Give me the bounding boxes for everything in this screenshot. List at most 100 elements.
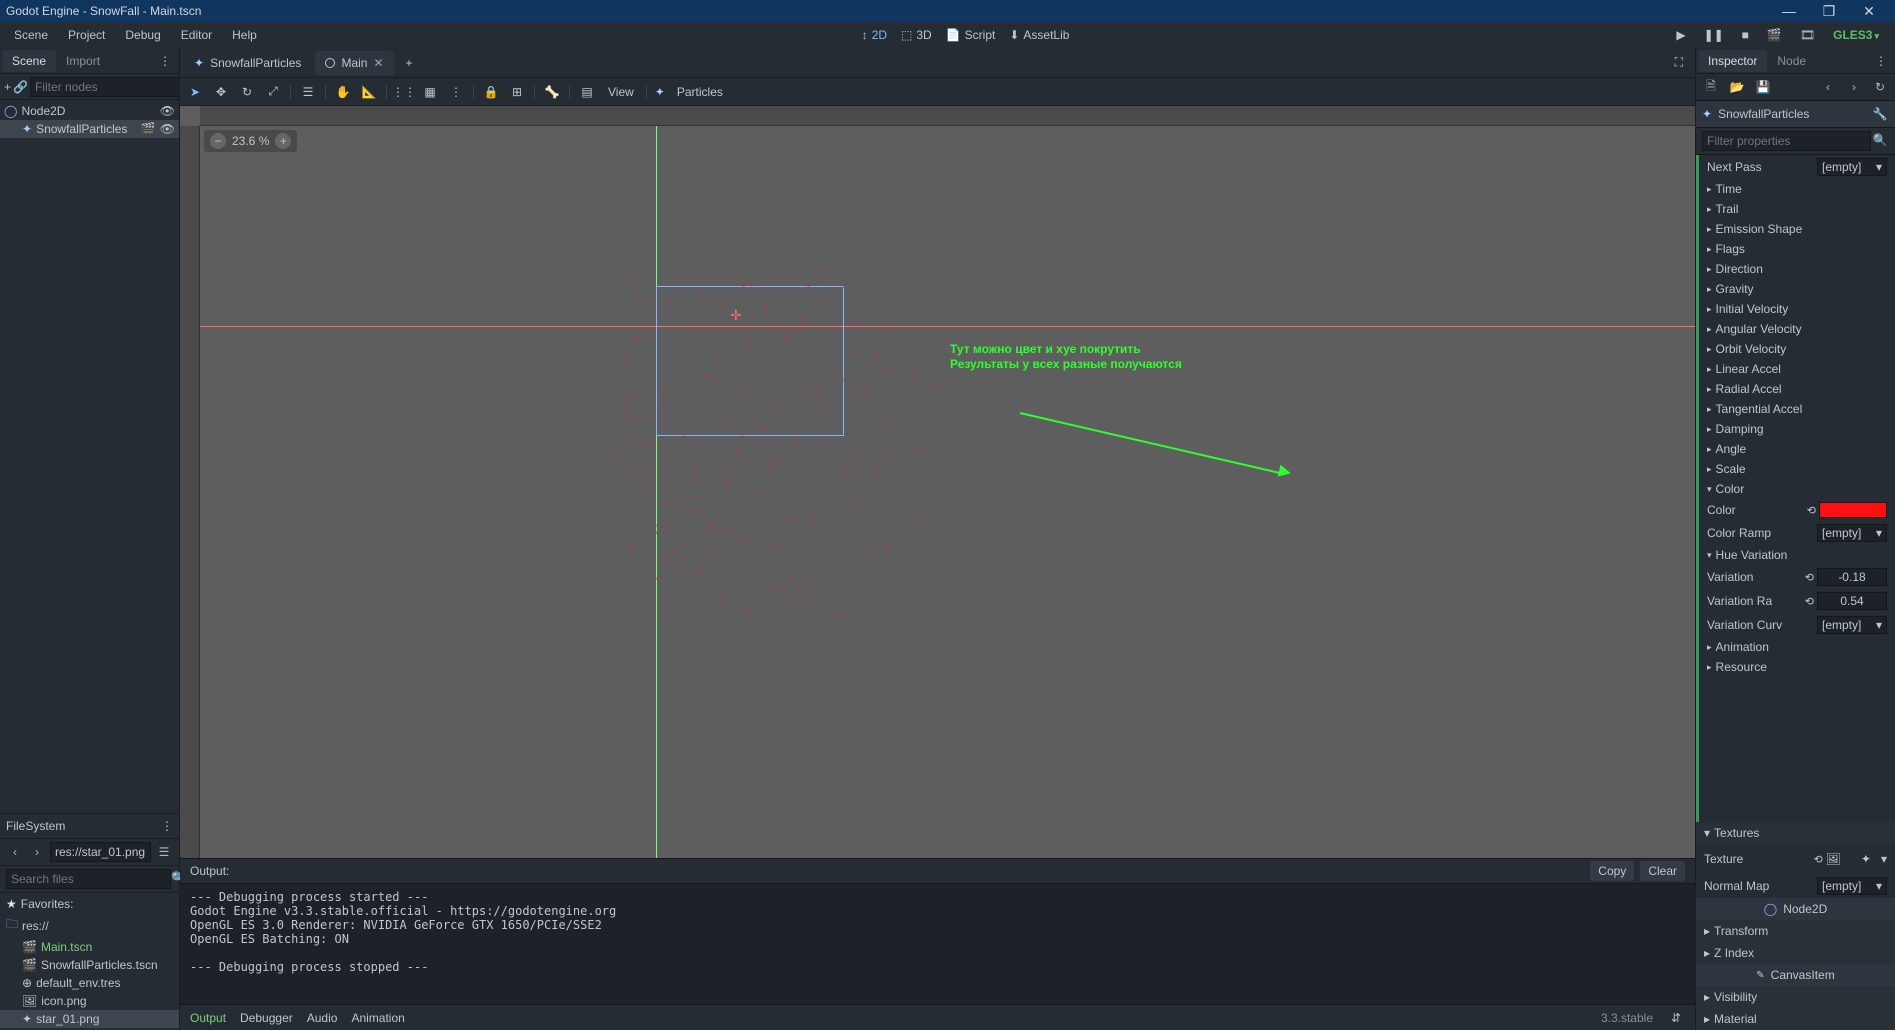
pause-button[interactable]: ❚❚ (1700, 26, 1728, 44)
close-button[interactable]: ✕ (1849, 3, 1889, 20)
revert-icon[interactable]: ⟲ (1802, 595, 1817, 608)
path-field[interactable]: res://star_01.png (50, 842, 151, 862)
bone-icon[interactable]: 🦴 (543, 83, 561, 101)
revert-icon[interactable]: ⟲ (1810, 853, 1825, 866)
history-back-button[interactable]: ‹ (1819, 78, 1837, 96)
nav-fwd-button[interactable]: › (28, 843, 46, 861)
pan-tool[interactable]: ✋ (334, 83, 352, 101)
new-tab-button[interactable]: + (398, 52, 421, 74)
group-linear-accel[interactable]: ▸Linear Accel (1699, 359, 1895, 379)
section-transform[interactable]: ▸Transform (1696, 920, 1895, 942)
snap-grid-icon[interactable]: ▦ (421, 83, 439, 101)
new-resource-button[interactable]: 🗎 (1702, 78, 1720, 96)
filter-properties-input[interactable] (1702, 131, 1871, 151)
group-trail[interactable]: ▸Trail (1699, 199, 1895, 219)
canvas[interactable]: ✛ Тут можно цвет и хуе покрутить Результ… (200, 126, 1695, 858)
open-scene-icon[interactable]: 🎬 (141, 122, 156, 136)
particles-menu[interactable]: Particles (673, 83, 727, 101)
texture-star-icon[interactable]: ✦ (1861, 852, 1871, 866)
dock-menu-icon[interactable]: ⋮ (161, 819, 173, 833)
class-canvasitem[interactable]: ✎CanvasItem (1696, 964, 1895, 986)
class-node2d[interactable]: ◯Node2D (1696, 898, 1895, 920)
history-menu-button[interactable]: ↻ (1871, 78, 1889, 96)
group-color[interactable]: ▾Color (1699, 479, 1895, 499)
scale-tool[interactable]: ⤢ (264, 82, 282, 101)
section-visibility[interactable]: ▸Visibility (1696, 986, 1895, 1008)
group-orbit-velocity[interactable]: ▸Orbit Velocity (1699, 339, 1895, 359)
copy-button[interactable]: Copy (1590, 861, 1634, 881)
dock-menu-icon[interactable]: ⋮ (153, 54, 177, 68)
texture-preview-icon[interactable]: 🖼 (1826, 852, 1841, 866)
tab-audio[interactable]: Audio (307, 1011, 338, 1025)
selection-rect[interactable] (656, 286, 844, 436)
visibility-icon[interactable]: 👁 (160, 104, 175, 118)
save-resource-button[interactable]: 💾 (1754, 78, 1772, 96)
load-resource-button[interactable]: 📂 (1728, 78, 1746, 96)
tab-inspector[interactable]: Inspector (1698, 50, 1767, 72)
view-menu[interactable]: View (604, 83, 638, 101)
inspector-properties[interactable]: Next Pass [empty]▾ ▸Time▸Trail▸Emission … (1696, 155, 1895, 822)
prop-normal-map[interactable]: Normal Map [empty]▾ (1696, 874, 1895, 898)
tab-debugger[interactable]: Debugger (240, 1011, 293, 1025)
revert-icon[interactable]: ⟲ (1804, 504, 1819, 517)
fs-file[interactable]: 🖼icon.png (0, 992, 179, 1010)
fs-file[interactable]: 🎬SnowfallParticles.tscn (0, 956, 179, 974)
group-angular-velocity[interactable]: ▸Angular Velocity (1699, 319, 1895, 339)
list-select-tool[interactable]: ☰ (299, 83, 317, 101)
menu-editor[interactable]: Editor (171, 24, 222, 46)
group-animation[interactable]: ▸Animation (1699, 637, 1895, 657)
section-zindex[interactable]: ▸Z Index (1696, 942, 1895, 964)
workspace-2d[interactable]: ↕2D (862, 28, 887, 42)
rotate-tool[interactable]: ↻ (238, 83, 256, 101)
minimize-button[interactable]: — (1769, 3, 1809, 19)
tab-output[interactable]: Output (190, 1011, 226, 1025)
group-emission-shape[interactable]: ▸Emission Shape (1699, 219, 1895, 239)
distraction-free-button[interactable]: ⛶ (1667, 51, 1691, 74)
instance-button[interactable]: 🔗 (13, 78, 28, 96)
favorites-label[interactable]: ★Favorites: (0, 895, 179, 913)
fs-file[interactable]: 🎬Main.tscn (0, 938, 179, 956)
menu-help[interactable]: Help (222, 24, 267, 46)
tab-import[interactable]: Import (56, 50, 110, 72)
group-tangential-accel[interactable]: ▸Tangential Accel (1699, 399, 1895, 419)
fs-root[interactable]: 🗀res:// (0, 913, 179, 938)
group-resource[interactable]: ▸Resource (1699, 657, 1895, 677)
renderer-label[interactable]: GLES3▾ (1829, 28, 1883, 42)
menu-debug[interactable]: Debug (115, 24, 170, 46)
view-mode-button[interactable]: ☰ (155, 843, 173, 861)
viewport[interactable]: ✛ Тут можно цвет и хуе покрутить Результ… (180, 106, 1695, 858)
prop-variation-curve[interactable]: Variation Curv [empty]▾ (1699, 613, 1895, 637)
dock-menu-icon[interactable]: ⋮ (1869, 54, 1893, 68)
group-radial-accel[interactable]: ▸Radial Accel (1699, 379, 1895, 399)
menu-scene[interactable]: Scene (4, 24, 58, 46)
section-material[interactable]: ▸Material (1696, 1008, 1895, 1030)
workspace-script[interactable]: 📄Script (946, 28, 996, 42)
section-textures[interactable]: ▾Textures (1696, 822, 1895, 844)
filter-nodes-input[interactable] (30, 77, 195, 97)
fs-file[interactable]: ✦star_01.png (0, 1010, 179, 1028)
group-scale[interactable]: ▸Scale (1699, 459, 1895, 479)
group-damping[interactable]: ▸Damping (1699, 419, 1895, 439)
fs-file[interactable]: ⊕default_env.tres (0, 974, 179, 992)
lock-icon[interactable]: 🔒 (482, 83, 500, 101)
visibility-icon[interactable]: 👁 (160, 122, 175, 136)
stop-button[interactable]: ■ (1738, 26, 1753, 44)
group-initial-velocity[interactable]: ▸Initial Velocity (1699, 299, 1895, 319)
tab-node[interactable]: Node (1767, 50, 1816, 72)
play-custom-button[interactable]: 🎞 (1796, 26, 1819, 44)
group-angle[interactable]: ▸Angle (1699, 439, 1895, 459)
nav-back-button[interactable]: ‹ (6, 843, 24, 861)
maximize-button[interactable]: ❐ (1809, 3, 1849, 20)
group-time[interactable]: ▸Time (1699, 179, 1895, 199)
play-button[interactable]: ▶ (1672, 26, 1689, 44)
play-scene-button[interactable]: 🎬 (1763, 26, 1786, 44)
scene-tab-main[interactable]: Main✕ (315, 51, 393, 75)
group-direction[interactable]: ▸Direction (1699, 259, 1895, 279)
prop-variation[interactable]: Variation ⟲ -0.18 (1699, 565, 1895, 589)
zoom-out-button[interactable]: − (210, 133, 226, 149)
scene-tab-snowfall[interactable]: ✦SnowfallParticles (184, 51, 311, 75)
group-icon[interactable]: ⊞ (508, 83, 526, 101)
add-node-button[interactable]: + (4, 78, 11, 96)
prop-color[interactable]: Color ⟲ (1699, 499, 1895, 521)
tab-animation[interactable]: Animation (351, 1011, 404, 1025)
